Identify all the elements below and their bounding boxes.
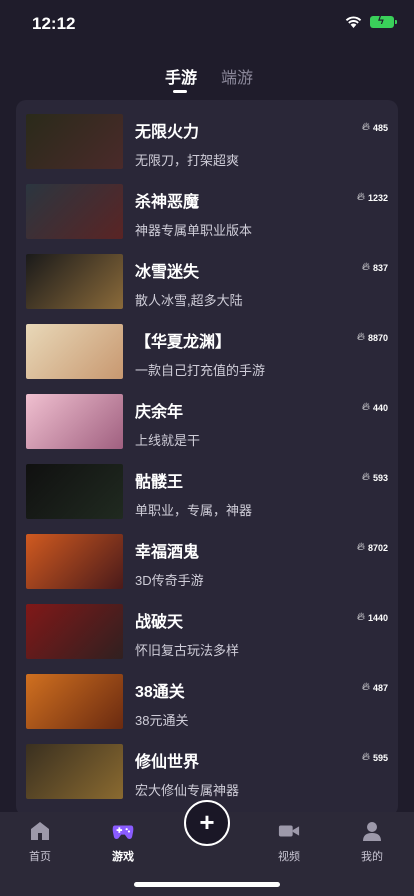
heat-indicator: 🔥︎ 1232 bbox=[357, 191, 388, 204]
tab-pc-games[interactable]: 端游 bbox=[221, 64, 253, 88]
game-description: 上线就是干 bbox=[135, 433, 201, 448]
game-name: 38通关 bbox=[135, 684, 185, 701]
battery-icon: ϟ bbox=[370, 15, 397, 28]
status-time: 12:12 bbox=[32, 14, 76, 33]
nav-home[interactable]: 首页 bbox=[10, 820, 70, 864]
game-thumbnail bbox=[26, 464, 123, 519]
fire-icon: 🔥︎ bbox=[356, 191, 365, 203]
tab-bar: 手游 端游 bbox=[0, 60, 414, 96]
fire-icon: 🔥︎ bbox=[361, 681, 370, 693]
create-plus-button[interactable]: + bbox=[184, 800, 230, 846]
game-name: 无限火力 bbox=[135, 124, 200, 141]
game-description: 一款自己打充值的手游 bbox=[135, 363, 266, 378]
game-list: 无限火力 无限刀，打架超爽 🔥︎ 485 杀神恶魔 神器专属单职业版本 🔥︎ 123… bbox=[16, 100, 398, 816]
heat-count: 440 bbox=[372, 402, 388, 413]
game-thumbnail bbox=[26, 324, 123, 379]
fire-icon: 🔥︎ bbox=[356, 331, 365, 343]
game-name: 杀神恶魔 bbox=[135, 194, 200, 211]
game-name: 【华夏龙渊】 bbox=[135, 334, 232, 351]
game-name: 战破天 bbox=[135, 614, 184, 631]
game-list-item[interactable]: 38通关 38元通关 🔥︎ 487 bbox=[16, 660, 398, 730]
status-bar: 12:12 ϟ bbox=[0, 0, 414, 48]
game-list-item[interactable]: 幸福酒鬼 3D传奇手游 🔥︎ 8702 bbox=[16, 520, 398, 590]
game-description: 宏大修仙专属神器 bbox=[135, 783, 240, 798]
game-description: 3D传奇手游 bbox=[135, 573, 204, 588]
game-thumbnail bbox=[26, 254, 123, 309]
nav-label-mine: 我的 bbox=[361, 851, 383, 863]
home-icon bbox=[31, 822, 49, 840]
nav-video[interactable]: 视频 bbox=[259, 820, 319, 864]
game-description: 神器专属单职业版本 bbox=[135, 223, 253, 238]
home-indicator bbox=[134, 882, 280, 887]
heat-count: 837 bbox=[372, 262, 388, 273]
heat-indicator: 🔥︎ 440 bbox=[362, 401, 388, 414]
heat-indicator: 🔥︎ 8702 bbox=[357, 541, 388, 554]
game-description: 无限刀，打架超爽 bbox=[135, 153, 240, 168]
game-thumbnail bbox=[26, 394, 123, 449]
fire-icon: 🔥︎ bbox=[361, 751, 370, 763]
status-icons: ϟ bbox=[345, 15, 397, 28]
game-description: 单职业，专属，神器 bbox=[135, 503, 253, 518]
fire-icon: 🔥︎ bbox=[361, 261, 370, 273]
game-name: 幸福酒鬼 bbox=[135, 544, 200, 561]
heat-indicator: 🔥︎ 595 bbox=[362, 751, 388, 764]
game-description: 散人冰雪,超多大陆 bbox=[135, 293, 243, 308]
game-description: 38元通关 bbox=[135, 713, 189, 728]
game-name: 冰雪迷失 bbox=[135, 264, 200, 281]
game-list-item[interactable]: 修仙世界 宏大修仙专属神器 🔥︎ 595 bbox=[16, 730, 398, 800]
game-thumbnail bbox=[26, 674, 123, 729]
heat-indicator: 🔥︎ 8870 bbox=[357, 331, 388, 344]
heat-indicator: 🔥︎ 837 bbox=[362, 261, 388, 274]
game-name: 骷髅王 bbox=[135, 474, 184, 491]
heat-indicator: 🔥︎ 593 bbox=[362, 471, 388, 484]
heat-indicator: 🔥︎ 1440 bbox=[357, 611, 388, 624]
game-list-item[interactable]: 无限火力 无限刀，打架超爽 🔥︎ 485 bbox=[16, 100, 398, 170]
video-camera-icon bbox=[278, 825, 300, 837]
profile-icon bbox=[363, 822, 381, 841]
heat-count: 8870 bbox=[367, 332, 388, 343]
game-description: 怀旧复古玩法多样 bbox=[135, 643, 240, 658]
fire-icon: 🔥︎ bbox=[356, 541, 365, 553]
game-list-item[interactable]: 骷髅王 单职业，专属，神器 🔥︎ 593 bbox=[16, 450, 398, 520]
game-name: 庆余年 bbox=[135, 404, 184, 421]
game-list-item[interactable]: 庆余年 上线就是干 🔥︎ 440 bbox=[16, 380, 398, 450]
nav-label-video: 视频 bbox=[278, 851, 300, 863]
fire-icon: 🔥︎ bbox=[361, 471, 370, 483]
tab-underline bbox=[173, 90, 187, 93]
fire-icon: 🔥︎ bbox=[361, 121, 370, 133]
game-thumbnail bbox=[26, 604, 123, 659]
game-list-item[interactable]: 冰雪迷失 散人冰雪,超多大陆 🔥︎ 837 bbox=[16, 240, 398, 310]
fire-icon: 🔥︎ bbox=[361, 401, 370, 413]
heat-count: 8702 bbox=[367, 542, 388, 553]
heat-count: 1232 bbox=[367, 192, 388, 203]
heat-count: 595 bbox=[372, 752, 388, 763]
gamepad-icon bbox=[112, 825, 134, 839]
heat-count: 485 bbox=[372, 122, 388, 133]
nav-label-games: 游戏 bbox=[112, 851, 134, 863]
wifi-icon bbox=[345, 16, 362, 28]
heat-count: 487 bbox=[372, 682, 388, 693]
tab-mobile-games[interactable]: 手游 bbox=[165, 64, 197, 88]
game-list-item[interactable]: 【华夏龙渊】 一款自己打充值的手游 🔥︎ 8870 bbox=[16, 310, 398, 380]
heat-indicator: 🔥︎ 487 bbox=[362, 681, 388, 694]
heat-count: 1440 bbox=[367, 612, 388, 623]
game-thumbnail bbox=[26, 534, 123, 589]
game-thumbnail bbox=[26, 744, 123, 799]
game-list-item[interactable]: 战破天 怀旧复古玩法多样 🔥︎ 1440 bbox=[16, 590, 398, 660]
game-list-item[interactable]: 杀神恶魔 神器专属单职业版本 🔥︎ 1232 bbox=[16, 170, 398, 240]
fire-icon: 🔥︎ bbox=[356, 611, 365, 623]
game-thumbnail bbox=[26, 184, 123, 239]
plus-icon: + bbox=[199, 807, 215, 837]
game-name: 修仙世界 bbox=[135, 754, 200, 771]
heat-count: 593 bbox=[372, 472, 388, 483]
nav-label-home: 首页 bbox=[29, 851, 51, 863]
nav-mine[interactable]: 我的 bbox=[342, 820, 402, 864]
game-thumbnail bbox=[26, 114, 123, 169]
heat-indicator: 🔥︎ 485 bbox=[362, 121, 388, 134]
nav-games[interactable]: 游戏 bbox=[93, 820, 153, 864]
